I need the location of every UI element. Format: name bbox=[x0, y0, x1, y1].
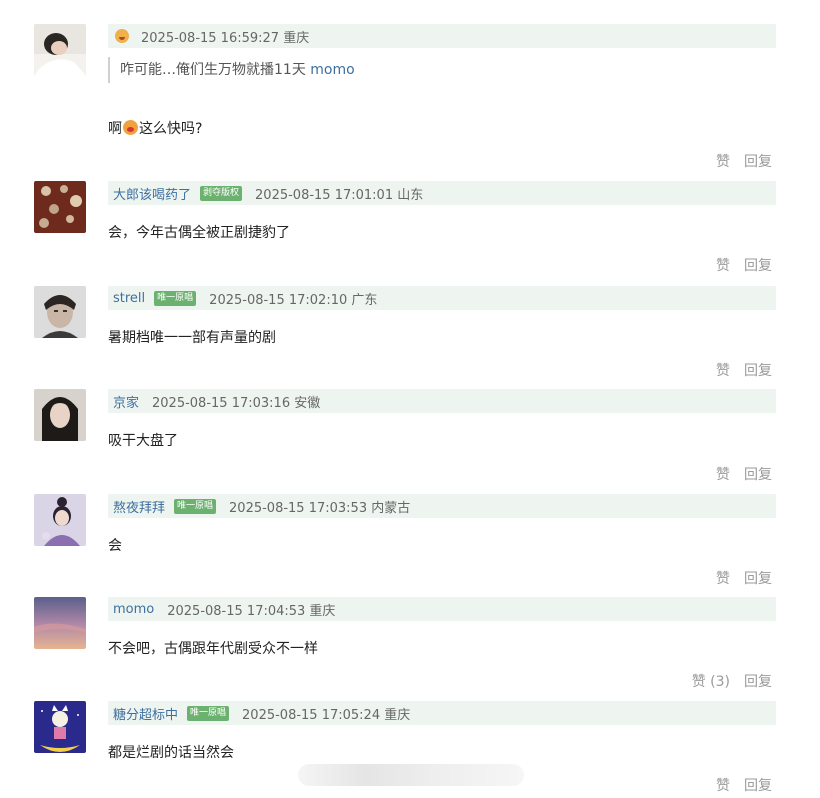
quote-text: 咋可能…俺们生万物就播11天 bbox=[120, 62, 311, 78]
username-link[interactable]: momo bbox=[113, 602, 154, 617]
user-badge: 唯一原唱 bbox=[187, 705, 230, 721]
username-link[interactable]: 京家 bbox=[113, 392, 139, 411]
like-button[interactable]: 赞 bbox=[716, 360, 730, 380]
comment-meta: 2025-08-15 17:03:53 内蒙古 bbox=[229, 500, 411, 516]
comment-actions: 赞 回复 bbox=[716, 360, 772, 380]
user-badge: 剥夺版权 bbox=[200, 185, 243, 201]
comment-meta: 2025-08-15 17:02:10 广东 bbox=[209, 292, 378, 308]
comment-meta: 2025-08-15 17:05:24 重庆 bbox=[242, 707, 411, 723]
comment-actions: 赞 回复 bbox=[716, 255, 772, 275]
like-button[interactable]: 赞 bbox=[716, 255, 730, 275]
comment-actions: 赞 回复 bbox=[716, 775, 772, 795]
user-badge: 唯一原唱 bbox=[174, 498, 217, 514]
comment-meta: 2025-08-15 16:59:27 重庆 bbox=[141, 30, 310, 46]
comment-meta: 2025-08-15 17:01:01 山东 bbox=[255, 187, 424, 203]
avatar[interactable] bbox=[34, 597, 86, 649]
username-link[interactable]: 大郎该喝药了 bbox=[113, 184, 191, 203]
reply-button[interactable]: 回复 bbox=[744, 568, 772, 588]
comment-header: momo 2025-08-15 17:04:53 重庆 bbox=[108, 597, 776, 621]
comment-header: strell 唯一原唱 2025-08-15 17:02:10 广东 bbox=[108, 286, 776, 310]
reply-button[interactable]: 回复 bbox=[744, 151, 772, 171]
comment-meta: 2025-08-15 17:04:53 重庆 bbox=[167, 603, 336, 619]
username-link[interactable]: strell bbox=[113, 291, 145, 306]
reply-button[interactable]: 回复 bbox=[744, 360, 772, 380]
like-button[interactable]: 赞 (3) bbox=[692, 671, 730, 691]
comment-content: 暑期档唯一一部有声量的剧 bbox=[108, 330, 276, 346]
like-button[interactable]: 赞 bbox=[716, 568, 730, 588]
blurred-overlay bbox=[298, 764, 524, 786]
reply-button[interactable]: 回复 bbox=[744, 464, 772, 484]
comment-actions: 赞 回复 bbox=[716, 151, 772, 171]
comment-content: 都是烂剧的话当然会 bbox=[108, 745, 234, 761]
username-link[interactable]: 糖分超标中 bbox=[113, 704, 178, 723]
like-button[interactable]: 赞 bbox=[716, 464, 730, 484]
comment-header: 大郎该喝药了 剥夺版权 2025-08-15 17:01:01 山东 bbox=[108, 181, 776, 205]
quote-author-link[interactable]: momo bbox=[310, 62, 354, 78]
surprised-emoji-icon bbox=[123, 120, 138, 135]
comment-meta: 2025-08-15 17:03:16 安徽 bbox=[152, 395, 321, 411]
avatar[interactable] bbox=[34, 389, 86, 441]
avatar[interactable] bbox=[34, 494, 86, 546]
avatar[interactable] bbox=[34, 286, 86, 338]
comment-header: 糖分超标中 唯一原唱 2025-08-15 17:05:24 重庆 bbox=[108, 701, 776, 725]
user-badge: 唯一原唱 bbox=[154, 290, 197, 306]
comment-content: 不会吧，古偶跟年代剧受众不一样 bbox=[108, 641, 318, 657]
comment-actions: 赞 回复 bbox=[716, 568, 772, 588]
comment-actions: 赞 回复 bbox=[716, 464, 772, 484]
comment-actions: 赞 (3) 回复 bbox=[692, 671, 772, 691]
comment-content: 会，今年古偶全被正剧捷豹了 bbox=[108, 225, 290, 241]
comment-header: 2025-08-15 16:59:27 重庆 bbox=[108, 24, 776, 48]
comment-content: 啊这么快吗? bbox=[108, 120, 203, 137]
comment-header: 京家 2025-08-15 17:03:16 安徽 bbox=[108, 389, 776, 413]
comment-content: 吸干大盘了 bbox=[108, 433, 178, 449]
reply-button[interactable]: 回复 bbox=[744, 671, 772, 691]
like-button[interactable]: 赞 bbox=[716, 151, 730, 171]
avatar[interactable] bbox=[34, 701, 86, 753]
reply-button[interactable]: 回复 bbox=[744, 775, 772, 795]
like-button[interactable]: 赞 bbox=[716, 775, 730, 795]
quoted-comment[interactable]: 咋可能…俺们生万物就播11天 momo bbox=[108, 57, 355, 83]
comment-header: 熬夜拜拜 唯一原唱 2025-08-15 17:03:53 内蒙古 bbox=[108, 494, 776, 518]
username-link[interactable]: 熬夜拜拜 bbox=[113, 497, 165, 516]
reply-button[interactable]: 回复 bbox=[744, 255, 772, 275]
avatar[interactable] bbox=[34, 24, 86, 76]
emoji-icon bbox=[115, 29, 129, 43]
avatar[interactable] bbox=[34, 181, 86, 233]
comment-content: 会 bbox=[108, 538, 122, 554]
